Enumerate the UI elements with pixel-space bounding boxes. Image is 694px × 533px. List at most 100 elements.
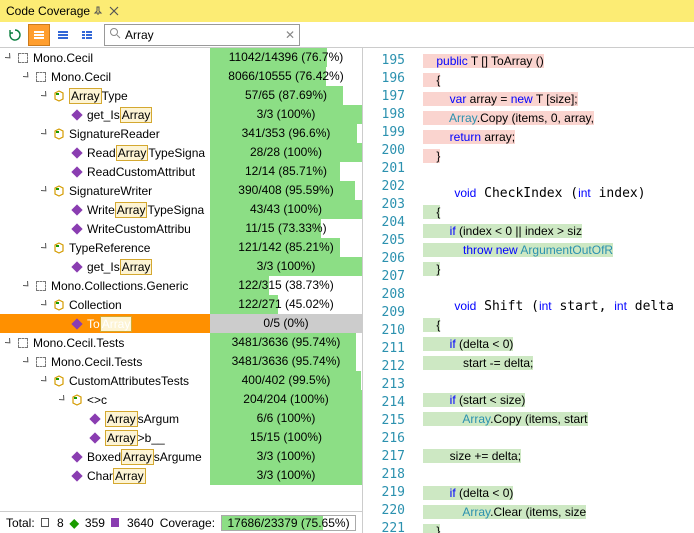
method-icon — [70, 146, 84, 160]
coverage-cell: 28/28 (100%) — [210, 143, 362, 162]
tree-label: ReadArrayTypeSigna — [87, 146, 205, 160]
status-coverage-label: Coverage: — [160, 516, 215, 530]
tree-row[interactable]: get_IsArray 3/3 (100%) — [0, 257, 362, 276]
tree-row[interactable]: Mono.Cecil.Tests 3481/3636 (95.74%) — [0, 333, 362, 352]
coverage-cell: 0/5 (0%) — [210, 314, 362, 333]
tree-row[interactable]: ArraysArgum6/6 (100%) — [0, 409, 362, 428]
coverage-cell: 57/65 (87.69%) — [210, 86, 362, 105]
tree-label: get_IsArray — [87, 108, 152, 122]
search-icon — [109, 27, 121, 42]
coverage-cell: 122/271 (45.02%) — [210, 295, 362, 314]
class-icon — [52, 184, 66, 198]
coverage-cell: 3/3 (100%) — [210, 447, 362, 466]
tree-row[interactable]: get_IsArray 3/3 (100%) — [0, 105, 362, 124]
expander-icon[interactable] — [40, 300, 50, 310]
class-icon — [52, 127, 66, 141]
tree-row[interactable]: CustomAttributesTests400/402 (99.5%) — [0, 371, 362, 390]
tree-label: SignatureWriter — [69, 184, 152, 198]
coverage-cell: 122/315 (38.73%) — [210, 276, 362, 295]
tree-row[interactable]: ReadArrayTypeSigna 28/28 (100%) — [0, 143, 362, 162]
search-box[interactable]: ✕ — [104, 24, 300, 46]
tree-row[interactable]: Mono.Cecil8066/10555 (76.42%) — [0, 67, 362, 86]
status-coverage-value: 17686/23379 (75.65%) — [222, 516, 355, 530]
expander-icon[interactable] — [40, 129, 50, 139]
tree-row[interactable]: SignatureWriter390/408 (95.59%) — [0, 181, 362, 200]
purple-square-icon — [111, 518, 119, 527]
tree-label: WriteArrayTypeSigna — [87, 203, 204, 217]
tree-row[interactable]: ToArray0/5 (0%) — [0, 314, 362, 333]
coverage-tree[interactable]: Mono.Cecil 11042/14396 (76.7%)Mono.Cecil8… — [0, 48, 362, 511]
coverage-cell: 6/6 (100%) — [210, 409, 362, 428]
status-purple-count: 3640 — [127, 516, 154, 530]
tree-row[interactable]: ArrayType 57/65 (87.69%) — [0, 86, 362, 105]
view-list-button[interactable] — [52, 24, 74, 46]
status-total-label: Total: — [6, 516, 35, 530]
expander-icon[interactable] — [22, 281, 32, 291]
line-gutter: 195 196 197 198 199 200 201 202 203 204 … — [363, 48, 413, 533]
tree-label: WriteCustomAttribu — [87, 222, 191, 236]
coverage-cell: 121/142 (85.21%) — [210, 238, 362, 257]
tree-label: BoxedArraysArgume — [87, 450, 202, 464]
view-tree-button[interactable] — [76, 24, 98, 46]
tree-label: get_IsArray — [87, 260, 152, 274]
tree-row[interactable]: Mono.Collections.Generic122/315 (38.73%) — [0, 276, 362, 295]
tree-label: CustomAttributesTests — [69, 374, 189, 388]
tree-row[interactable]: WriteCustomAttribu11/15 (73.33%) — [0, 219, 362, 238]
status-white-count: 8 — [57, 516, 64, 530]
coverage-cell: 3481/3636 (95.74%) — [210, 352, 362, 371]
tree-label: Collection — [69, 298, 122, 312]
class-icon — [52, 298, 66, 312]
expander-icon[interactable] — [22, 72, 32, 82]
expander-icon[interactable] — [4, 53, 14, 63]
tree-label: ArrayType — [69, 89, 128, 103]
tree-row[interactable]: Mono.Cecil.Tests 3481/3636 (95.74%) — [0, 352, 362, 371]
status-green-count: 359 — [85, 516, 105, 530]
clear-search-icon[interactable]: ✕ — [285, 28, 295, 42]
method-icon — [88, 412, 102, 426]
highlight-button[interactable] — [28, 24, 50, 46]
tree-row[interactable]: ReadCustomAttribut12/14 (85.71%) — [0, 162, 362, 181]
coverage-cell: 15/15 (100%) — [210, 428, 362, 447]
method-icon — [70, 450, 84, 464]
code-content: public T [] ToArray () { var array = new… — [413, 48, 694, 533]
class-icon — [52, 241, 66, 255]
tree-row[interactable]: CharArray3/3 (100%) — [0, 466, 362, 485]
expander-icon[interactable] — [4, 338, 14, 348]
expander-icon[interactable] — [40, 186, 50, 196]
white-square-icon — [41, 518, 49, 527]
tree-row[interactable]: Array>b__15/15 (100%) — [0, 428, 362, 447]
tree-label: Mono.Cecil.Tests — [33, 336, 124, 350]
method-icon — [70, 165, 84, 179]
coverage-cell: 341/353 (96.6%) — [210, 124, 362, 143]
expander-icon[interactable] — [58, 395, 68, 405]
expander-icon[interactable] — [40, 376, 50, 386]
expander-icon[interactable] — [40, 243, 50, 253]
coverage-cell: 11042/14396 (76.7%) — [210, 48, 362, 67]
coverage-cell: 3/3 (100%) — [210, 105, 362, 124]
search-input[interactable] — [125, 28, 285, 42]
tree-row[interactable]: SignatureReader341/353 (96.6%) — [0, 124, 362, 143]
coverage-cell: 3481/3636 (95.74%) — [210, 333, 362, 352]
tree-row[interactable]: Mono.Cecil 11042/14396 (76.7%) — [0, 48, 362, 67]
expander-icon[interactable] — [22, 357, 32, 367]
coverage-cell: 3/3 (100%) — [210, 257, 362, 276]
tree-row[interactable]: TypeReference121/142 (85.21%) — [0, 238, 362, 257]
tree-row[interactable]: WriteArrayTypeSigna43/43 (100%) — [0, 200, 362, 219]
green-diamond-icon: ◆ — [70, 516, 79, 530]
pin-icon[interactable] — [92, 5, 104, 17]
window-title: Code Coverage — [6, 4, 90, 18]
tree-row[interactable]: BoxedArraysArgume 3/3 (100%) — [0, 447, 362, 466]
expander-icon[interactable] — [40, 91, 50, 101]
tree-row[interactable]: Collection 122/271 (45.02%) — [0, 295, 362, 314]
namespace-icon — [16, 51, 30, 65]
refresh-button[interactable] — [4, 24, 26, 46]
method-icon — [70, 317, 84, 331]
tree-label: Mono.Cecil — [33, 51, 93, 65]
close-icon[interactable] — [106, 3, 122, 19]
method-icon — [70, 222, 84, 236]
status-bar: Total: 8 ◆ 359 3640 Coverage: 17686/23379… — [0, 511, 362, 533]
tree-label: ReadCustomAttribut — [87, 165, 195, 179]
tree-label: Mono.Cecil.Tests — [51, 355, 142, 369]
namespace-icon — [16, 336, 30, 350]
tree-row[interactable]: <>c204/204 (100%) — [0, 390, 362, 409]
